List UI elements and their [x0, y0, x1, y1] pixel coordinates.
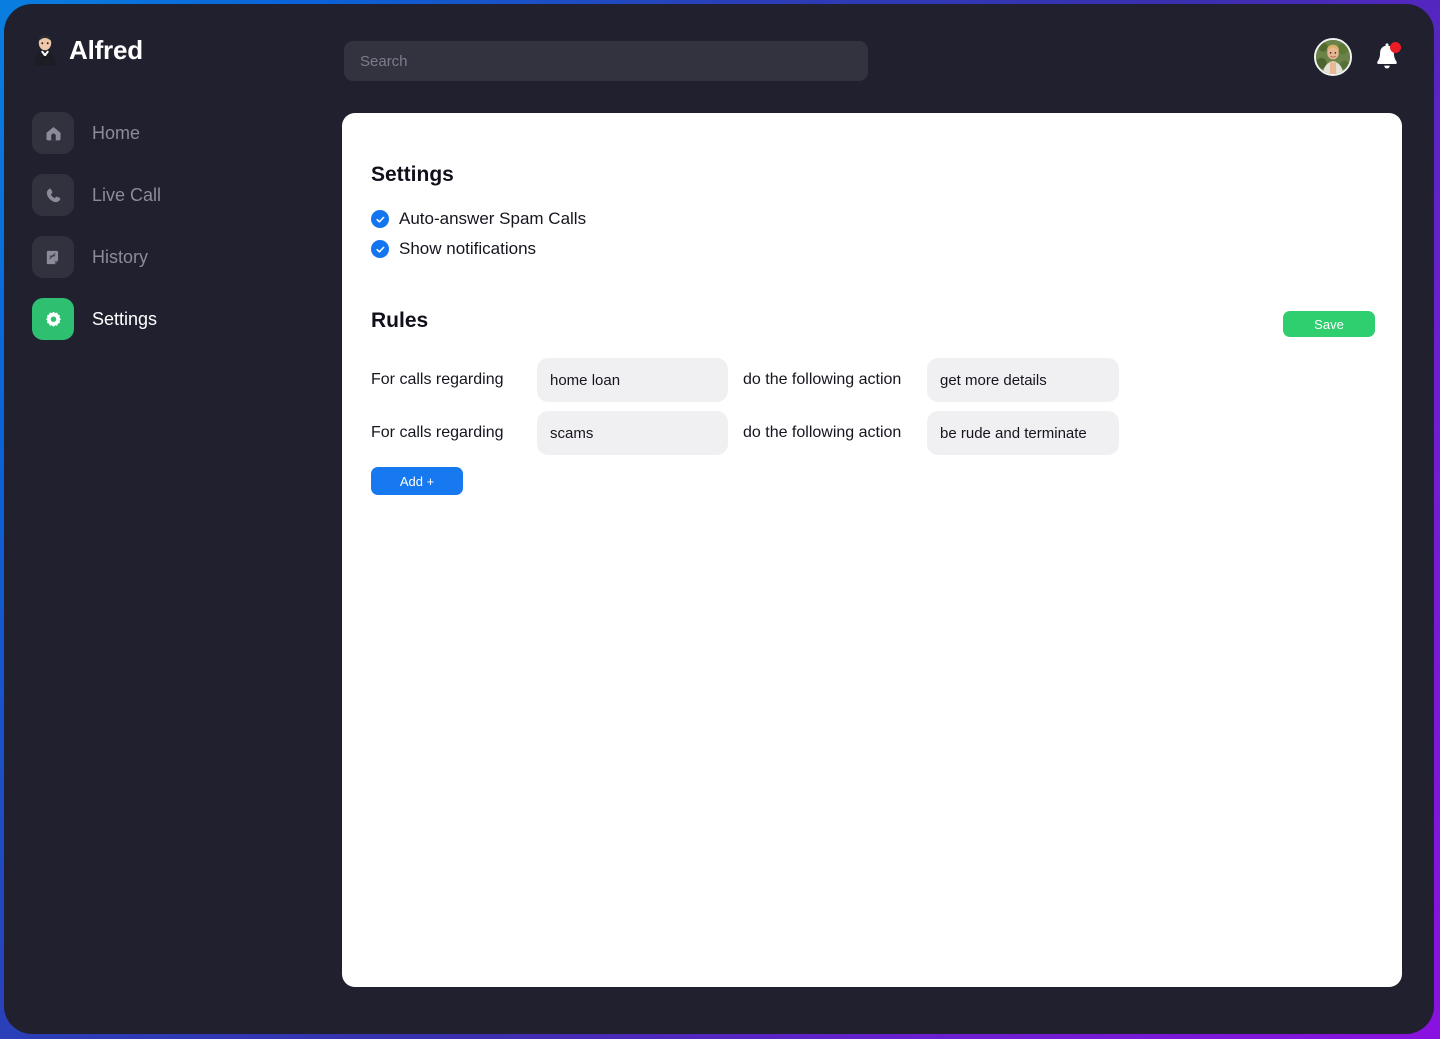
- sidebar-item-label: Settings: [92, 308, 158, 329]
- sidebar-item-home[interactable]: Home: [32, 112, 344, 154]
- sidebar-item-live-call[interactable]: Live Call: [32, 174, 344, 216]
- checkmark-icon: [371, 240, 389, 258]
- rule-row: For calls regarding do the following act…: [371, 358, 1382, 402]
- butler-emoji-icon: [30, 34, 60, 66]
- sidebar-item-label: Home: [92, 122, 141, 143]
- sidebar-item-label: History: [92, 246, 149, 267]
- sidebar: Home Live Call History Settings: [4, 112, 344, 1034]
- rule-lead-text: For calls regarding: [371, 424, 504, 441]
- rule-action-input-0[interactable]: [927, 358, 1119, 402]
- notification-bell-button[interactable]: [1374, 42, 1401, 72]
- rule-row: For calls regarding do the following act…: [371, 411, 1382, 455]
- add-rule-button[interactable]: Add +: [371, 467, 463, 495]
- search-input[interactable]: [344, 41, 868, 81]
- search-box[interactable]: [344, 41, 868, 81]
- rule-mid-text: do the following action: [743, 371, 902, 388]
- rules-list: For calls regarding do the following act…: [371, 358, 1382, 495]
- brand-name: Alfred: [69, 34, 143, 65]
- document-icon: [32, 236, 74, 278]
- save-button[interactable]: Save: [1283, 311, 1375, 337]
- top-bar: Alfred: [4, 4, 1434, 112]
- sidebar-item-label: Live Call: [92, 184, 162, 205]
- setting-toggle-show-notifications[interactable]: Show notifications: [371, 239, 536, 259]
- rule-mid-text: do the following action: [743, 424, 902, 441]
- sidebar-item-settings[interactable]: Settings: [32, 298, 344, 340]
- rule-action-input-1[interactable]: [927, 411, 1119, 455]
- home-icon: [32, 112, 74, 154]
- gear-icon: [32, 298, 74, 340]
- setting-label: Auto-answer Spam Calls: [399, 209, 587, 228]
- avatar[interactable]: [1314, 38, 1352, 76]
- rule-topic-input-1[interactable]: [537, 411, 728, 455]
- topbar-actions: [1314, 38, 1401, 76]
- setting-toggle-auto-answer[interactable]: Auto-answer Spam Calls: [371, 209, 586, 229]
- rules-heading: Rules: [371, 309, 429, 332]
- phone-icon: [32, 174, 74, 216]
- checkmark-icon: [371, 210, 389, 228]
- setting-label: Show notifications: [399, 239, 537, 258]
- brand: Alfred: [30, 34, 143, 66]
- settings-heading: Settings: [371, 163, 454, 186]
- app-window: Alfred Search Home Live Call History Set…: [4, 4, 1434, 1034]
- sidebar-item-history[interactable]: History: [32, 236, 344, 278]
- rule-topic-input-0[interactable]: [537, 358, 728, 402]
- main-card: Settings Auto-answer Spam Calls Show not…: [342, 113, 1402, 987]
- rule-lead-text: For calls regarding: [371, 371, 504, 388]
- notification-badge-dot: [1390, 42, 1401, 53]
